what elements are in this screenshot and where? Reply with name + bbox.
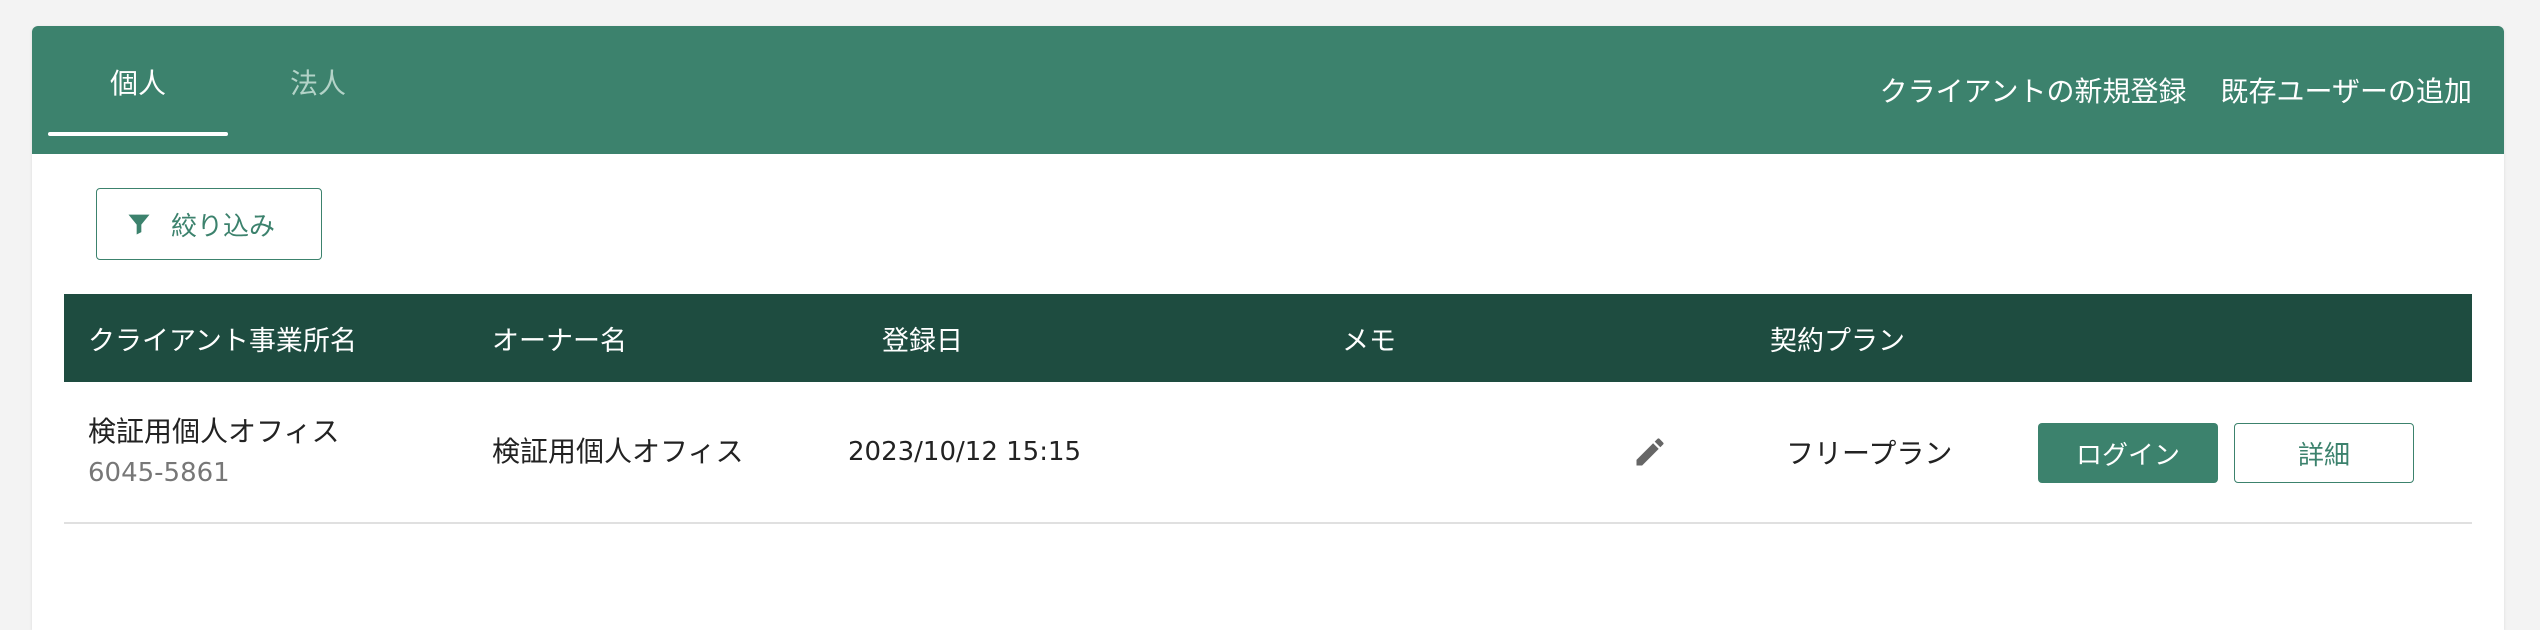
column-header-office-name: クライアント事業所名 — [88, 325, 357, 357]
new-client-link[interactable]: クライアントの新規登録 — [1880, 70, 2187, 110]
column-header-memo: メモ — [1342, 325, 1396, 357]
registered-date-cell: 2023/10/12 15:15 — [848, 382, 1081, 522]
owner-cell: 検証用個人オフィス — [492, 382, 752, 522]
header-bar: 個人 法人 クライアントの新規登録 既存ユーザーの追加 — [32, 26, 2504, 154]
plan-cell: フリープラン — [1786, 382, 1952, 522]
office-name-cell: 検証用個人オフィス 6045-5861 — [88, 382, 339, 522]
login-button[interactable]: ログイン — [2038, 423, 2218, 483]
filter-button[interactable]: 絞り込み — [96, 188, 322, 260]
plan-name: フリープラン — [1786, 437, 1953, 470]
column-header-owner: オーナー名 — [492, 325, 627, 357]
tab-corporate-label: 法人 — [289, 67, 346, 100]
owner-name: 検証用個人オフィス — [492, 435, 744, 468]
office-name: 検証用個人オフィス — [88, 415, 340, 448]
column-header-plan: 契約プラン — [1770, 325, 1905, 357]
filter-icon — [128, 214, 150, 235]
table-header: クライアント事業所名 オーナー名 登録日 メモ 契約プラン — [64, 294, 2472, 382]
filter-button-label: 絞り込み — [171, 211, 276, 242]
tab-individual[interactable]: 個人 — [48, 26, 228, 138]
office-id: 6045-5861 — [88, 458, 230, 488]
table-row: 検証用個人オフィス 6045-5861 検証用個人オフィス 2023/10/12… — [64, 382, 2472, 524]
active-tab-indicator — [48, 132, 228, 136]
detail-button[interactable]: 詳細 — [2234, 423, 2414, 483]
add-existing-user-link[interactable]: 既存ユーザーの追加 — [2221, 70, 2472, 110]
column-header-registered-date: 登録日 — [882, 325, 963, 357]
tab-corporate[interactable]: 法人 — [228, 26, 408, 138]
registered-date: 2023/10/12 15:15 — [848, 437, 1082, 467]
header-actions: クライアントの新規登録 既存ユーザーの追加 — [1880, 26, 2472, 154]
tab-individual-label: 個人 — [109, 67, 166, 100]
pencil-icon[interactable] — [1632, 434, 1668, 470]
client-list-card: 個人 法人 クライアントの新規登録 既存ユーザーの追加 絞り込み クライアント事… — [32, 26, 2504, 630]
